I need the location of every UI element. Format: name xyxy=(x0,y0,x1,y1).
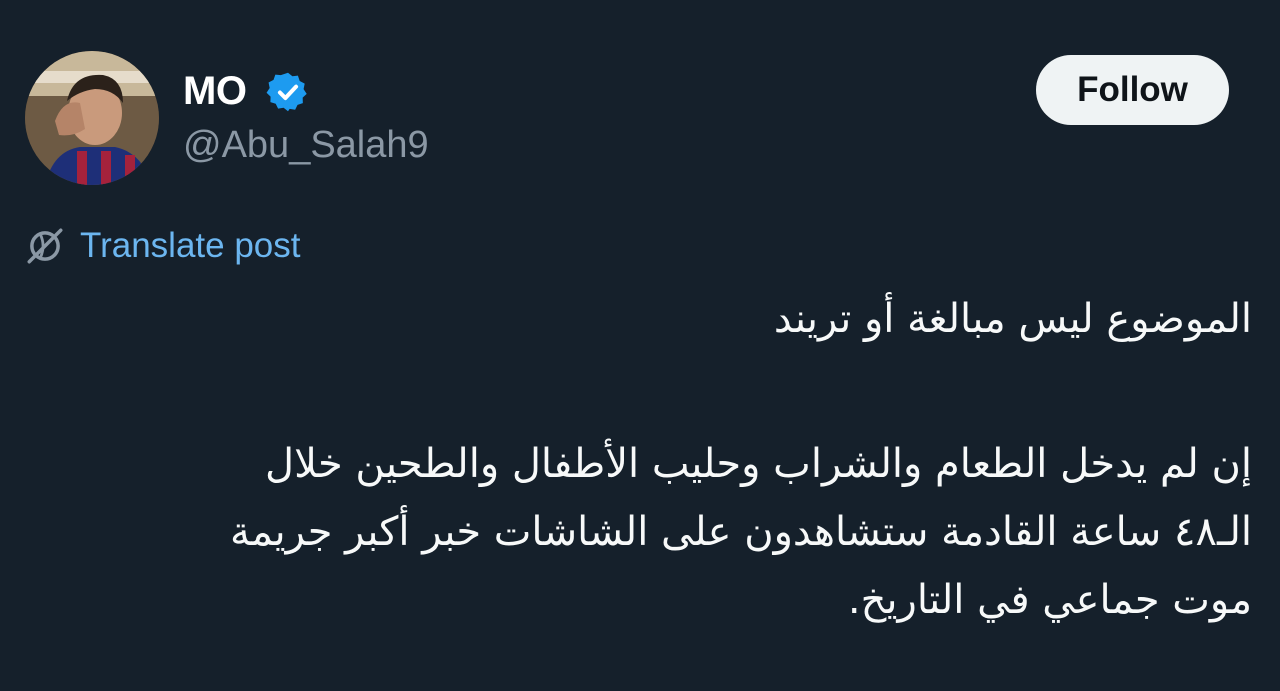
display-name[interactable]: MO xyxy=(183,66,247,116)
post-text-line: الموضوع ليس مبالغة أو تريند xyxy=(773,296,1252,342)
follow-button[interactable]: Follow xyxy=(1036,55,1229,125)
post-text-line: إن لم يدخل الطعام والشراب وحليب الأطفال … xyxy=(265,441,1252,487)
author-handle[interactable]: @Abu_Salah9 xyxy=(183,120,429,170)
post-text-line: الـ٤٨ ساعة القادمة ستشاهدون على الشاشات … xyxy=(229,509,1252,555)
translate-post-link[interactable]: Translate post xyxy=(24,222,300,270)
post-text-line: موت جماعي في التاريخ. xyxy=(847,577,1252,623)
post-text-paragraph: إن لم يدخل الطعام والشراب وحليب الأطفال … xyxy=(72,430,1252,634)
avatar-image xyxy=(25,51,159,185)
translate-globe-icon xyxy=(24,225,66,267)
translate-post-label: Translate post xyxy=(80,226,301,265)
verified-badge-icon xyxy=(266,70,310,114)
avatar[interactable] xyxy=(25,51,159,185)
